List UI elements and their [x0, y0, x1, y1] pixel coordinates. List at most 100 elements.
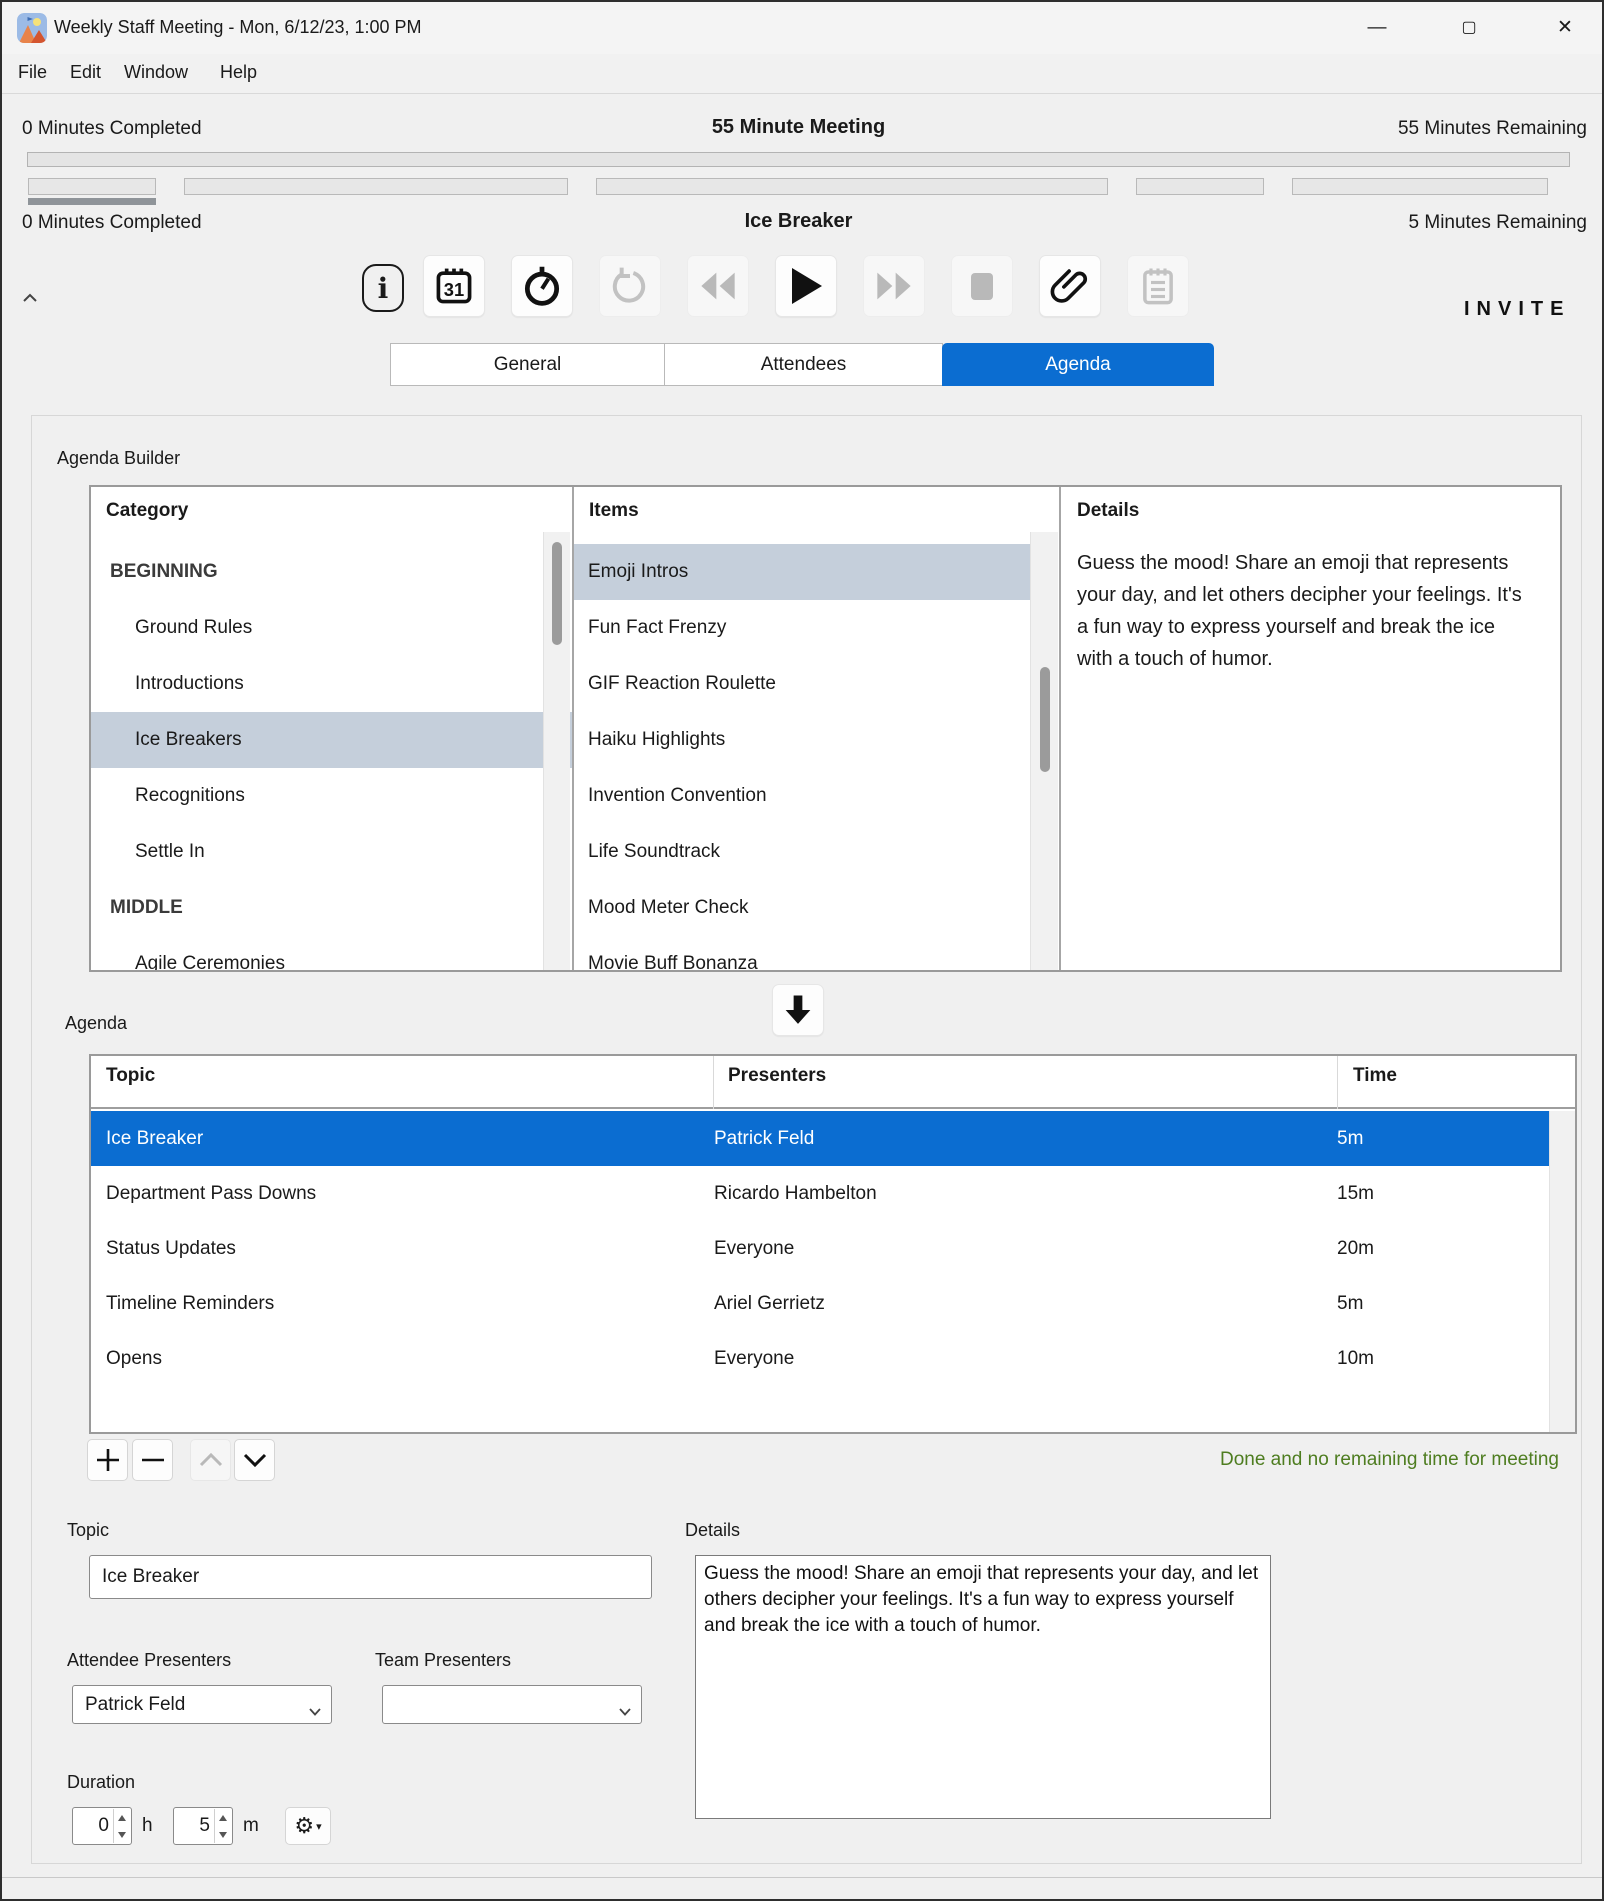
- calendar-button[interactable]: 31: [423, 255, 485, 317]
- fast-forward-button[interactable]: [863, 255, 925, 317]
- minutes-remaining-label: 55 Minutes Remaining: [27, 118, 1587, 140]
- menu-bar: File Edit Window Help: [2, 54, 1602, 94]
- agenda-item-option[interactable]: Haiku Highlights: [574, 712, 1030, 768]
- category-scrollbar[interactable]: [543, 532, 570, 972]
- timer-button[interactable]: [511, 255, 573, 317]
- duration-hours-stepper[interactable]: 0: [72, 1807, 132, 1845]
- agenda-item-option[interactable]: Life Soundtrack: [574, 824, 1030, 880]
- tab-agenda[interactable]: Agenda: [942, 343, 1214, 386]
- topic-input[interactable]: Ice Breaker: [89, 1555, 652, 1599]
- time-column-header[interactable]: Time: [1353, 1065, 1397, 1087]
- category-group: BEGINNING: [91, 544, 572, 600]
- move-row-up-button[interactable]: [190, 1439, 231, 1481]
- item-details-text: Guess the mood! Share an emoji that repr…: [1077, 547, 1529, 675]
- progress-segment: [184, 178, 568, 195]
- stop-icon: [971, 273, 993, 300]
- items-scrollbar[interactable]: [1030, 532, 1058, 972]
- play-button[interactable]: [775, 255, 837, 317]
- close-button[interactable]: ✕: [1550, 14, 1580, 42]
- column-divider: [1059, 487, 1061, 972]
- items-list: Emoji Intros Fun Fact Frenzy GIF Reactio…: [574, 544, 1030, 972]
- attachment-button[interactable]: [1039, 255, 1101, 317]
- category-item[interactable]: Introductions: [91, 656, 572, 712]
- item-minutes-remaining-label: 5 Minutes Remaining: [27, 212, 1587, 234]
- svg-text:31: 31: [444, 279, 464, 300]
- attendee-presenters-value: Patrick Feld: [85, 1694, 185, 1716]
- spin-down-icon[interactable]: [215, 1826, 231, 1843]
- duration-label: Duration: [67, 1772, 135, 1793]
- title-bar: Weekly Staff Meeting - Mon, 6/12/23, 1:0…: [2, 2, 1602, 54]
- agenda-row-time: 5m: [1337, 1293, 1547, 1315]
- category-list: BEGINNING Ground Rules Introductions Ice…: [91, 544, 572, 972]
- agenda-item-option-selected[interactable]: Emoji Intros: [574, 544, 1030, 600]
- agenda-builder-panel: Category Items Details BEGINNING Ground …: [89, 485, 1562, 972]
- menu-window[interactable]: Window: [124, 62, 188, 83]
- info-icon[interactable]: i: [362, 264, 404, 312]
- app-window: Weekly Staff Meeting - Mon, 6/12/23, 1:0…: [0, 0, 1604, 1901]
- chevron-down-icon: [309, 1700, 321, 1722]
- duration-minutes-stepper[interactable]: 5: [173, 1807, 233, 1845]
- agenda-row-time: 10m: [1337, 1348, 1547, 1370]
- stop-button[interactable]: [951, 255, 1013, 317]
- reset-button[interactable]: [599, 255, 661, 317]
- remove-row-button[interactable]: [132, 1439, 173, 1481]
- header-divider: [713, 1056, 714, 1109]
- menu-help[interactable]: Help: [220, 62, 257, 83]
- category-scrollbar-thumb[interactable]: [552, 542, 562, 645]
- duration-options-button[interactable]: ⚙ ▾: [285, 1807, 331, 1845]
- agenda-row[interactable]: Timeline Reminders Ariel Gerrietz 5m: [91, 1276, 1549, 1331]
- move-row-down-button[interactable]: [234, 1439, 275, 1481]
- header-divider: [1337, 1056, 1338, 1109]
- add-to-agenda-button[interactable]: [772, 984, 824, 1036]
- agenda-item-option[interactable]: Fun Fact Frenzy: [574, 600, 1030, 656]
- category-item-selected[interactable]: Ice Breakers: [91, 712, 572, 768]
- spin-down-icon[interactable]: [114, 1826, 130, 1843]
- agenda-item-option[interactable]: GIF Reaction Roulette: [574, 656, 1030, 712]
- tab-attendees[interactable]: Attendees: [664, 343, 943, 386]
- agenda-segments-bar: [28, 178, 1568, 195]
- tab-general[interactable]: General: [390, 343, 665, 386]
- notes-button[interactable]: [1127, 255, 1189, 317]
- chevron-down-icon: ▾: [316, 1820, 322, 1833]
- agenda-item-option[interactable]: Invention Convention: [574, 768, 1030, 824]
- team-presenters-select[interactable]: [382, 1685, 642, 1724]
- agenda-row[interactable]: Department Pass Downs Ricardo Hambelton …: [91, 1166, 1549, 1221]
- collapse-chevron-icon[interactable]: [22, 292, 38, 310]
- category-item[interactable]: Recognitions: [91, 768, 572, 824]
- agenda-table-header: Topic Presenters Time: [91, 1056, 1575, 1109]
- attendee-presenters-select[interactable]: Patrick Feld: [72, 1685, 332, 1724]
- plus-icon: [95, 1447, 121, 1473]
- spin-up-icon[interactable]: [215, 1809, 231, 1826]
- category-item[interactable]: Agile Ceremonies: [91, 936, 572, 972]
- rewind-icon: [698, 269, 738, 303]
- notepad-icon: [1138, 265, 1178, 307]
- chevron-down-icon: [619, 1700, 631, 1722]
- add-row-button[interactable]: [87, 1439, 128, 1481]
- spin-up-icon[interactable]: [114, 1809, 130, 1826]
- chevron-down-icon: [242, 1452, 268, 1468]
- presenters-column-header[interactable]: Presenters: [728, 1065, 826, 1087]
- agenda-scrollbar[interactable]: [1549, 1111, 1575, 1434]
- hours-unit-label: h: [142, 1815, 153, 1837]
- agenda-item-option[interactable]: Mood Meter Check: [574, 880, 1030, 936]
- items-scrollbar-thumb[interactable]: [1040, 667, 1050, 772]
- menu-edit[interactable]: Edit: [70, 62, 101, 83]
- meeting-time-status: Done and no remaining time for meeting: [902, 1449, 1559, 1471]
- agenda-row[interactable]: Opens Everyone 10m: [91, 1331, 1549, 1386]
- maximize-button[interactable]: ▢: [1454, 14, 1484, 42]
- menu-file[interactable]: File: [18, 62, 47, 83]
- agenda-item-option[interactable]: Movie Buff Bonanza: [574, 936, 1030, 972]
- progress-segment: [1136, 178, 1264, 195]
- items-column-header: Items: [589, 500, 639, 522]
- topic-column-header[interactable]: Topic: [106, 1065, 155, 1087]
- rewind-button[interactable]: [687, 255, 749, 317]
- category-item[interactable]: Settle In: [91, 824, 572, 880]
- invite-button[interactable]: INVITE: [1464, 298, 1570, 321]
- details-textarea[interactable]: Guess the mood! Share an emoji that repr…: [695, 1555, 1271, 1819]
- agenda-row-topic: Ice Breaker: [91, 1128, 714, 1150]
- category-item[interactable]: Ground Rules: [91, 600, 572, 656]
- agenda-row[interactable]: Status Updates Everyone 20m: [91, 1221, 1549, 1276]
- agenda-row-selected[interactable]: Ice Breaker Patrick Feld 5m: [91, 1111, 1549, 1166]
- minimize-button[interactable]: —: [1362, 14, 1392, 42]
- chevron-up-icon: [198, 1452, 224, 1468]
